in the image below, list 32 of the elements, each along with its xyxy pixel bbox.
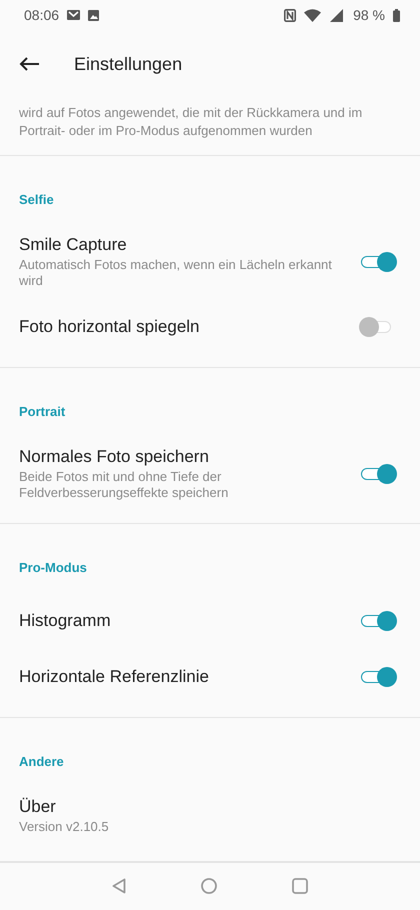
setting-description: Portrait- oder im Pro-Modus aufgenommen wurden <box>19 122 314 139</box>
battery-level: 98 % <box>353 7 385 24</box>
section-header: Pro-Modus <box>18 560 88 577</box>
home-icon[interactable] <box>201 878 217 894</box>
back-icon[interactable] <box>112 878 126 894</box>
recents-icon[interactable] <box>292 878 308 894</box>
toggle-switch[interactable] <box>359 664 399 689</box>
setting-title: Histogramm <box>19 610 112 631</box>
nfc-icon <box>284 8 296 22</box>
section-header: Andere <box>18 754 65 771</box>
toggle-switch[interactable] <box>359 250 399 274</box>
setting-title: Horizontale Referenzlinie <box>19 666 210 687</box>
setting-description: wird auf Fotos angewendet, die mit der Rückkamera und im <box>19 104 364 121</box>
battery-icon <box>393 8 400 22</box>
setting-title: Normales Foto speichern <box>19 446 210 467</box>
wifi-icon <box>304 8 322 22</box>
setting-description: Version v2.10.5 <box>19 818 110 835</box>
status-time: 08:06 <box>24 7 60 24</box>
section-header: Selfie <box>18 192 55 209</box>
back-arrow-icon[interactable] <box>19 57 39 72</box>
signal-icon <box>329 8 344 22</box>
setting-description: Beide Fotos mit und ohne Tiefe der Feldverbesserungseffekte speichern <box>19 468 230 501</box>
setting-title: Über <box>19 796 57 817</box>
toggle-switch[interactable] <box>359 462 399 486</box>
setting-description: Automatisch Fotos machen, wenn ein Lächeln erkannt wird <box>19 256 333 289</box>
setting-title: Smile Capture <box>19 234 128 255</box>
mail-icon <box>67 10 80 20</box>
setting-title: Foto horizontal spiegeln <box>19 316 201 337</box>
toggle-switch[interactable] <box>359 608 399 633</box>
image-icon <box>88 10 100 21</box>
page-title: Einstellungen <box>74 54 182 75</box>
section-header: Portrait <box>18 404 66 421</box>
